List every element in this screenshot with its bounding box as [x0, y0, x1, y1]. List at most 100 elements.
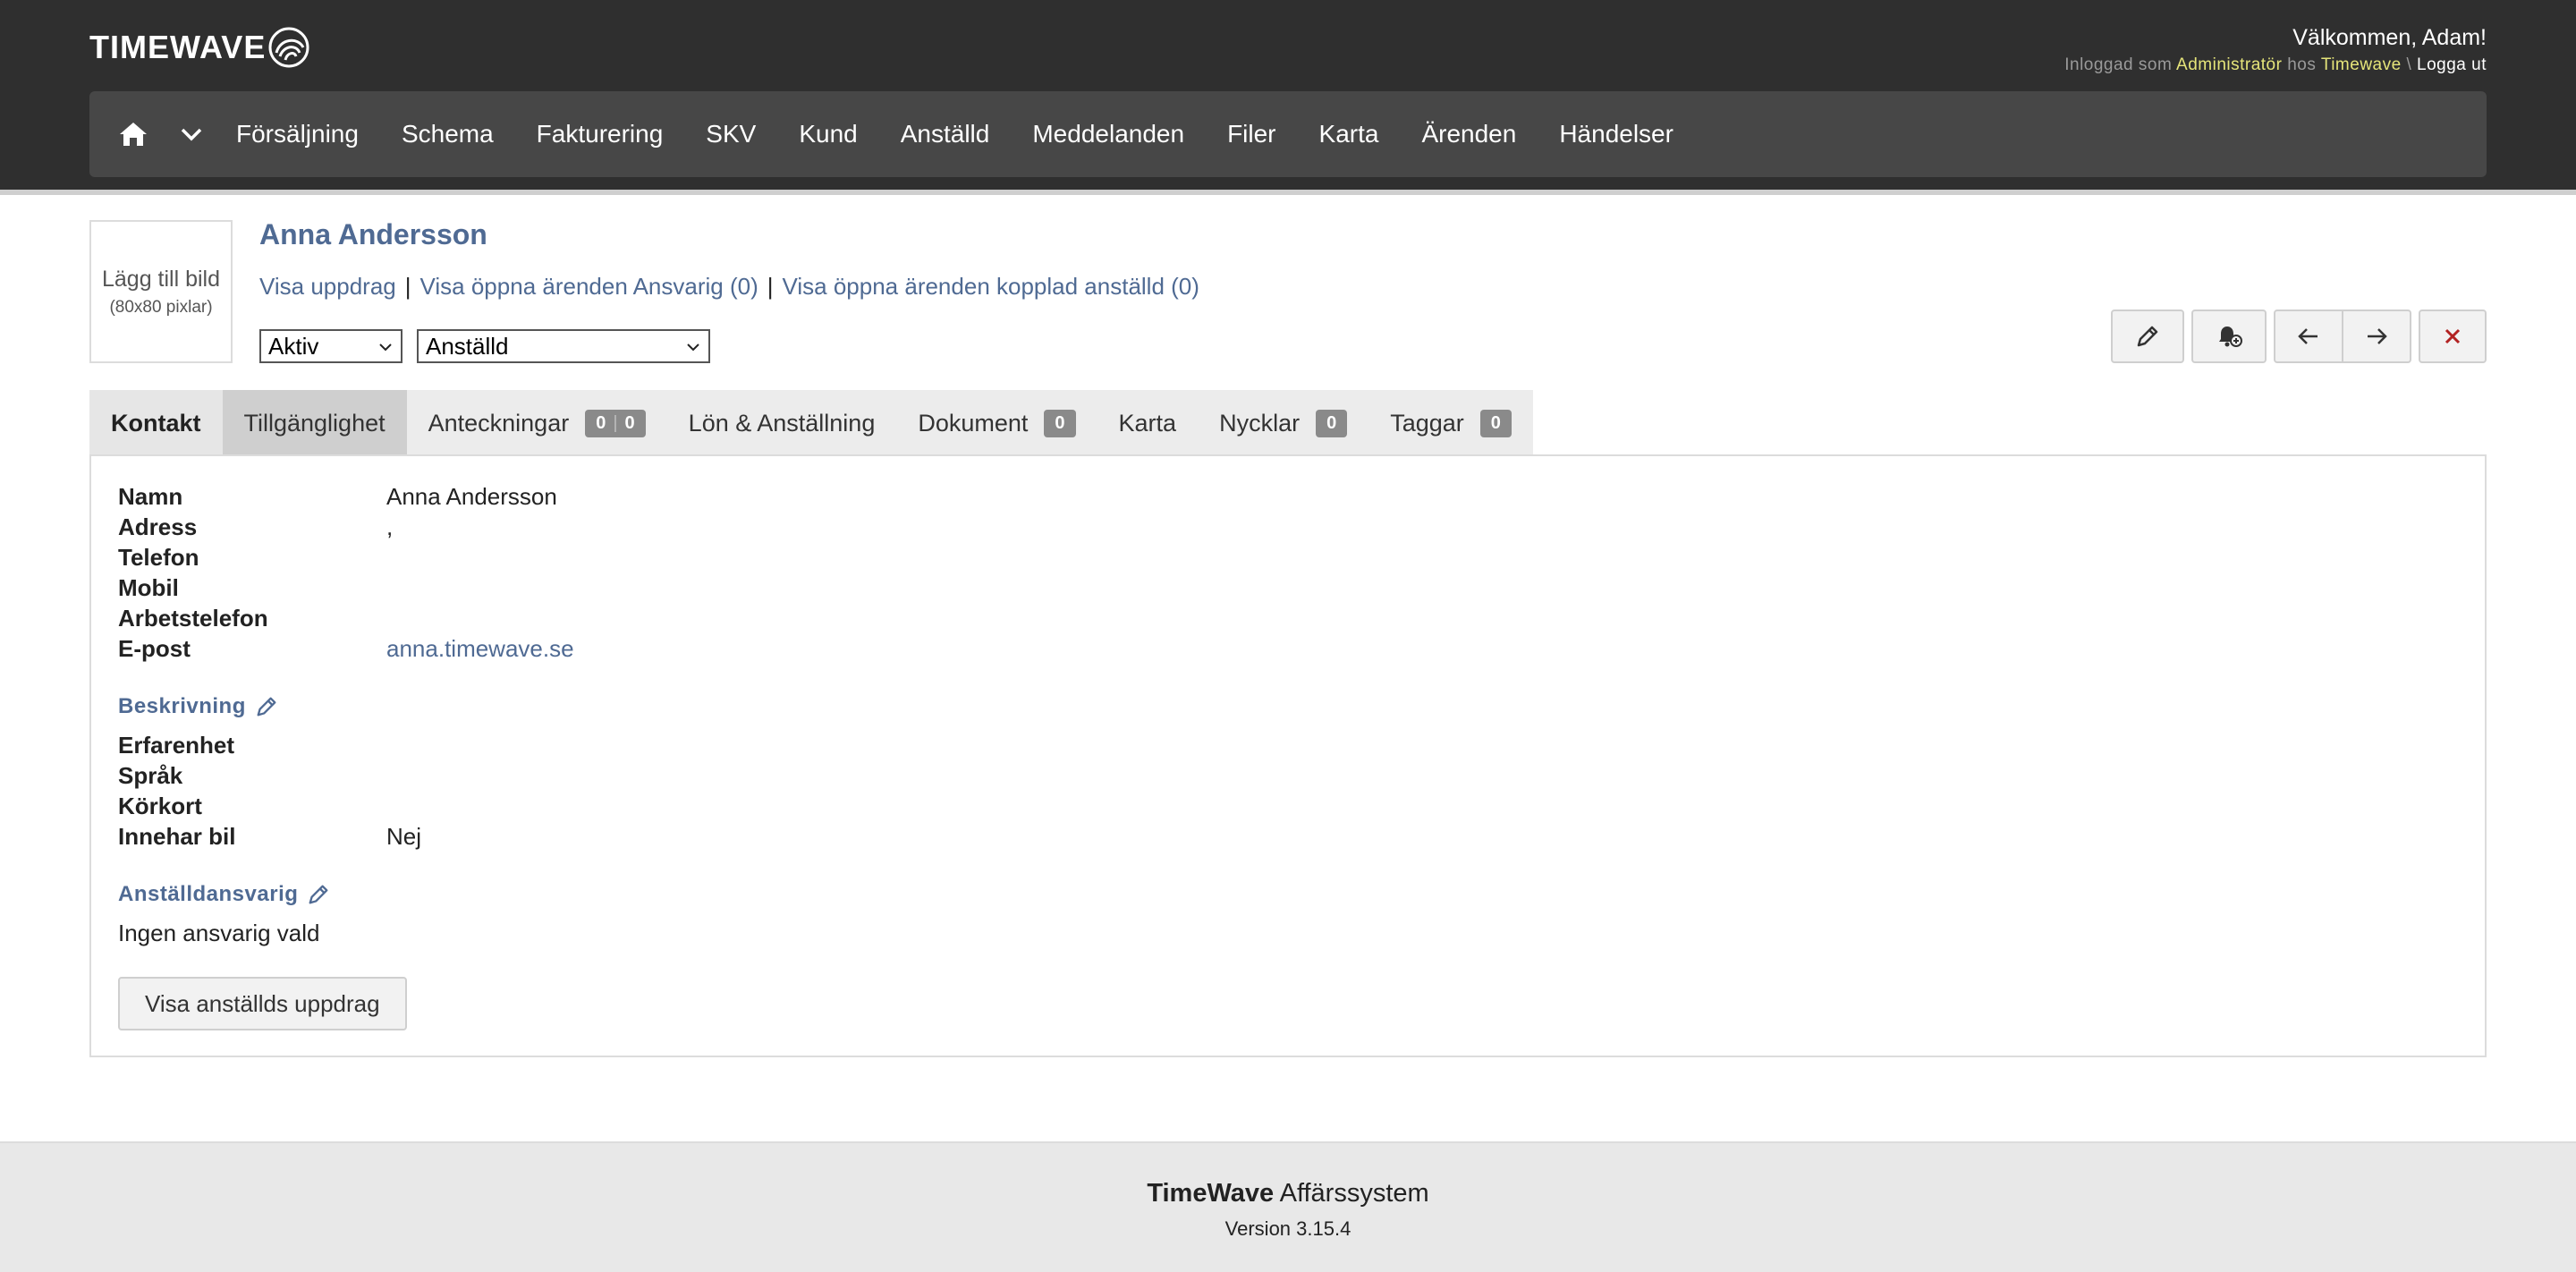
count-badge: 0 | 0	[585, 409, 646, 437]
tab-label: Dokument	[918, 409, 1029, 437]
nav-skv[interactable]: SKV	[684, 91, 777, 177]
delete-button[interactable]	[2419, 310, 2487, 363]
field-label: E-post	[118, 635, 191, 662]
field-label: Telefon	[118, 544, 199, 571]
home-icon[interactable]	[98, 91, 168, 177]
show-assignments-link[interactable]: Visa uppdrag	[259, 273, 396, 301]
tab-label: Nycklar	[1219, 409, 1301, 437]
arrow-left-icon	[2298, 328, 2318, 344]
description-section-title: Beskrivning	[118, 694, 278, 719]
logout-link[interactable]: Logga ut	[2417, 55, 2487, 74]
next-button[interactable]	[2342, 310, 2411, 363]
nav-arenden[interactable]: Ärenden	[1400, 91, 1538, 177]
avatar-label: Lägg till bild	[101, 266, 221, 292]
count-badge: 0	[1044, 409, 1076, 437]
tab-label: Tillgänglighet	[243, 409, 386, 437]
open-cases-responsible-link[interactable]: Visa öppna ärenden Ansvarig (0)	[420, 273, 758, 301]
nav-fakturering[interactable]: Fakturering	[515, 91, 685, 177]
logo-text: TIMEWAVE	[89, 29, 267, 65]
logo-swirl-icon	[268, 27, 309, 68]
timewave-logo[interactable]: TIMEWAVE	[89, 25, 310, 70]
tab-dokument[interactable]: Dokument 0	[896, 390, 1097, 456]
field-row: Mobil	[118, 574, 386, 602]
tab-tillganglighet[interactable]: Tillgänglighet	[222, 390, 407, 456]
footer-brand-bold: TimeWave	[1147, 1179, 1275, 1208]
tab-lon-anstallning[interactable]: Lön & Anställning	[667, 390, 897, 456]
field-row: Adress ,	[118, 513, 393, 541]
pencil-icon[interactable]	[255, 695, 278, 718]
status-select-value: Aktiv	[268, 332, 319, 360]
welcome-text: Välkommen, Adam!	[2292, 25, 2487, 50]
field-row: Arbetstelefon	[118, 605, 386, 632]
nav-karta[interactable]: Karta	[1298, 91, 1401, 177]
tab-taggar[interactable]: Taggar 0	[1368, 390, 1533, 456]
previous-button[interactable]	[2274, 310, 2343, 363]
link-separator: |	[404, 273, 411, 300]
link-separator: |	[767, 273, 774, 300]
add-image-button[interactable]: Lägg till bild (80x80 pixlar)	[89, 220, 233, 363]
nav-schema[interactable]: Schema	[380, 91, 515, 177]
tab-kontakt[interactable]: Kontakt	[89, 390, 223, 456]
field-value: Nej	[386, 823, 422, 850]
field-row: E-post anna.timewave.se	[118, 635, 574, 663]
status-select[interactable]: Aktiv	[259, 329, 402, 363]
bell-plus-icon	[2219, 326, 2242, 347]
login-info: Inloggad som Administratör hos Timewave …	[2064, 55, 2487, 75]
field-row: Språk	[118, 762, 386, 790]
tab-nycklar[interactable]: Nycklar 0	[1198, 390, 1368, 456]
tab-label: Lön & Anställning	[688, 409, 876, 437]
badge-count-a: 0	[596, 412, 606, 433]
footer-version: Version 3.15.4	[1224, 1217, 1352, 1240]
employee-name: Anna Andersson	[259, 218, 487, 250]
nav-kund[interactable]: Kund	[777, 91, 878, 177]
nav-meddelanden[interactable]: Meddelanden	[1011, 91, 1206, 177]
manager-section-title: Anställdansvarig	[118, 882, 330, 907]
email-link[interactable]: anna.timewave.se	[386, 635, 574, 663]
arrow-right-icon	[2368, 328, 2387, 344]
role-select[interactable]: Anställd	[417, 329, 710, 363]
nav-filer[interactable]: Filer	[1206, 91, 1297, 177]
tab-karta[interactable]: Karta	[1097, 390, 1199, 456]
app-header: TIMEWAVE Välkommen, Adam! Inloggad som A…	[0, 0, 2576, 195]
field-row: Innehar bil Nej	[118, 823, 421, 851]
field-label: Språk	[118, 762, 183, 789]
pencil-icon[interactable]	[307, 883, 330, 906]
field-label: Innehar bil	[118, 823, 236, 850]
tab-anteckningar[interactable]: Anteckningar 0 | 0	[407, 390, 667, 456]
chevron-down-icon	[379, 343, 392, 352]
field-label: Erfarenhet	[118, 732, 235, 759]
main-nav: Försäljning Schema Fakturering SKV Kund …	[89, 91, 2487, 177]
field-label: Körkort	[118, 793, 202, 819]
pencil-icon	[2137, 326, 2158, 347]
section-title-text: Beskrivning	[118, 694, 246, 718]
avatar-hint: (80x80 pixlar)	[109, 297, 213, 317]
badge-count-b: 0	[624, 412, 635, 433]
tab-label: Karta	[1118, 409, 1177, 437]
tab-label: Kontakt	[111, 409, 201, 437]
badge-separator: |	[613, 412, 618, 433]
field-value: Anna Andersson	[386, 483, 557, 510]
show-employee-assignments-button[interactable]: Visa anställds uppdrag	[118, 977, 407, 1030]
nav-forsaljning[interactable]: Försäljning	[215, 91, 380, 177]
tab-label: Anteckningar	[428, 409, 570, 437]
open-cases-employee-link[interactable]: Visa öppna ärenden kopplad anställd (0)	[783, 273, 1199, 301]
nav-anstalld[interactable]: Anställd	[879, 91, 1012, 177]
nav-handelser[interactable]: Händelser	[1538, 91, 1695, 177]
field-label: Mobil	[118, 574, 179, 601]
login-mid: hos	[2287, 55, 2317, 74]
chevron-down-icon[interactable]	[168, 91, 215, 177]
tab-bar: Kontakt Tillgänglighet Anteckningar 0 | …	[89, 390, 1533, 456]
count-badge: 0	[1316, 409, 1348, 437]
field-value: ,	[386, 513, 394, 540]
field-row: Erfarenhet	[118, 732, 386, 759]
tab-label: Taggar	[1390, 409, 1464, 437]
edit-button[interactable]	[2111, 310, 2184, 363]
app-footer: TimeWave Affärssystem Version 3.15.4	[0, 1141, 2576, 1272]
field-label: Arbetstelefon	[118, 605, 268, 632]
add-notification-button[interactable]	[2191, 310, 2267, 363]
section-title-text: Anställdansvarig	[118, 882, 299, 906]
chevron-down-icon	[687, 343, 699, 352]
contact-panel: Namn Anna Andersson Adress , Telefon Mob…	[89, 454, 2487, 1057]
login-company: Timewave	[2320, 55, 2402, 74]
count-badge: 0	[1479, 409, 1512, 437]
